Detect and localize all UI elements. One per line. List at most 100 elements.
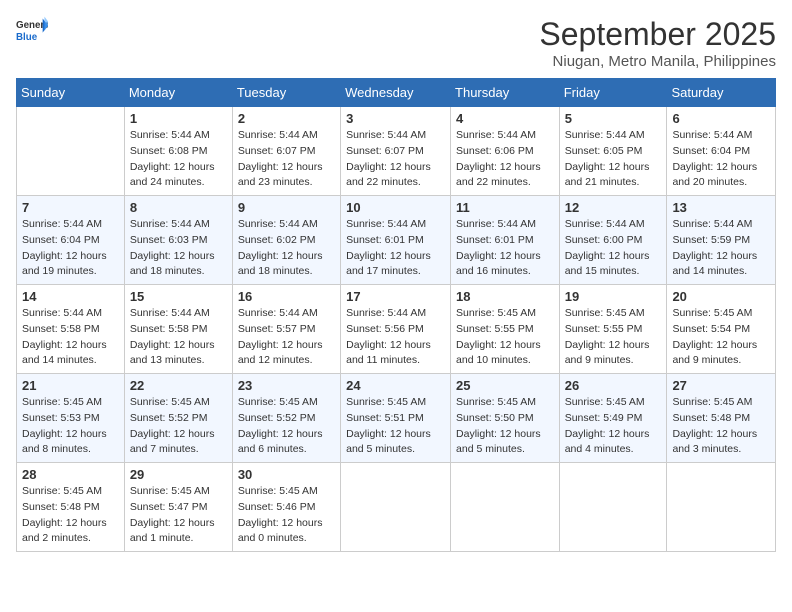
calendar-cell: 10 Sunrise: 5:44 AMSunset: 6:01 PMDayligh… — [341, 196, 451, 285]
day-number: 4 — [456, 111, 554, 126]
day-number: 3 — [346, 111, 445, 126]
cell-details: Sunrise: 5:44 AMSunset: 5:59 PMDaylight:… — [672, 217, 770, 280]
calendar-cell: 23 Sunrise: 5:45 AMSunset: 5:52 PMDayligh… — [232, 374, 340, 463]
cell-details: Sunrise: 5:44 AMSunset: 6:08 PMDaylight:… — [130, 128, 227, 191]
cell-details: Sunrise: 5:44 AMSunset: 6:01 PMDaylight:… — [346, 217, 445, 280]
calendar-cell: 24 Sunrise: 5:45 AMSunset: 5:51 PMDayligh… — [341, 374, 451, 463]
cell-details: Sunrise: 5:44 AMSunset: 6:01 PMDaylight:… — [456, 217, 554, 280]
day-number: 2 — [238, 111, 335, 126]
calendar-week-row: 28 Sunrise: 5:45 AMSunset: 5:48 PMDayligh… — [17, 463, 776, 552]
cell-details: Sunrise: 5:45 AMSunset: 5:51 PMDaylight:… — [346, 395, 445, 458]
calendar-cell: 1 Sunrise: 5:44 AMSunset: 6:08 PMDaylight… — [124, 107, 232, 196]
weekday-header-monday: Monday — [124, 79, 232, 107]
cell-details: Sunrise: 5:45 AMSunset: 5:52 PMDaylight:… — [238, 395, 335, 458]
day-number: 24 — [346, 378, 445, 393]
cell-details: Sunrise: 5:45 AMSunset: 5:48 PMDaylight:… — [22, 484, 119, 547]
calendar-cell: 19Sunrise: 5:45 AMSunset: 5:55 PMDayligh… — [559, 285, 667, 374]
weekday-header-sunday: Sunday — [17, 79, 125, 107]
calendar-cell: 7 Sunrise: 5:44 AMSunset: 6:04 PMDaylight… — [17, 196, 125, 285]
calendar-cell: 5 Sunrise: 5:44 AMSunset: 6:05 PMDaylight… — [559, 107, 667, 196]
cell-details: Sunrise: 5:44 AMSunset: 5:57 PMDaylight:… — [238, 306, 335, 369]
day-number: 16 — [238, 289, 335, 304]
day-number: 13 — [672, 200, 770, 215]
day-number: 17 — [346, 289, 445, 304]
cell-details: Sunrise: 5:44 AMSunset: 5:56 PMDaylight:… — [346, 306, 445, 369]
calendar-cell — [341, 463, 451, 552]
calendar-cell: 15 Sunrise: 5:44 AMSunset: 5:58 PMDayligh… — [124, 285, 232, 374]
calendar-cell: 9Sunrise: 5:44 AMSunset: 6:02 PMDaylight… — [232, 196, 340, 285]
weekday-header-friday: Friday — [559, 79, 667, 107]
day-number: 23 — [238, 378, 335, 393]
day-number: 25 — [456, 378, 554, 393]
calendar-cell: 6 Sunrise: 5:44 AMSunset: 6:04 PMDaylight… — [667, 107, 776, 196]
cell-details: Sunrise: 5:45 AMSunset: 5:48 PMDaylight:… — [672, 395, 770, 458]
day-number: 20 — [672, 289, 770, 304]
month-title: September 2025 — [539, 16, 776, 53]
calendar-cell: 11Sunrise: 5:44 AMSunset: 6:01 PMDayligh… — [451, 196, 560, 285]
day-number: 1 — [130, 111, 227, 126]
cell-details: Sunrise: 5:44 AMSunset: 6:04 PMDaylight:… — [672, 128, 770, 191]
calendar-cell — [559, 463, 667, 552]
cell-details: Sunrise: 5:44 AMSunset: 6:07 PMDaylight:… — [238, 128, 335, 191]
calendar-table: SundayMondayTuesdayWednesdayThursdayFrid… — [16, 78, 776, 552]
calendar-cell — [451, 463, 560, 552]
cell-details: Sunrise: 5:45 AMSunset: 5:54 PMDaylight:… — [672, 306, 770, 369]
calendar-cell — [667, 463, 776, 552]
day-number: 30 — [238, 467, 335, 482]
calendar-cell: 17 Sunrise: 5:44 AMSunset: 5:56 PMDayligh… — [341, 285, 451, 374]
cell-details: Sunrise: 5:44 AMSunset: 6:04 PMDaylight:… — [22, 217, 119, 280]
calendar-cell: 18Sunrise: 5:45 AMSunset: 5:55 PMDayligh… — [451, 285, 560, 374]
calendar-cell: 26 Sunrise: 5:45 AMSunset: 5:49 PMDayligh… — [559, 374, 667, 463]
cell-details: Sunrise: 5:45 AMSunset: 5:50 PMDaylight:… — [456, 395, 554, 458]
calendar-cell: 4 Sunrise: 5:44 AMSunset: 6:06 PMDaylight… — [451, 107, 560, 196]
location-title: Niugan, Metro Manila, Philippines — [539, 53, 776, 70]
day-number: 28 — [22, 467, 119, 482]
calendar-cell: 27 Sunrise: 5:45 AMSunset: 5:48 PMDayligh… — [667, 374, 776, 463]
calendar-cell: 13 Sunrise: 5:44 AMSunset: 5:59 PMDayligh… — [667, 196, 776, 285]
day-number: 15 — [130, 289, 227, 304]
weekday-header-saturday: Saturday — [667, 79, 776, 107]
logo: General Blue — [16, 16, 48, 44]
cell-details: Sunrise: 5:45 AMSunset: 5:49 PMDaylight:… — [565, 395, 662, 458]
day-number: 27 — [672, 378, 770, 393]
cell-details: Sunrise: 5:44 AMSunset: 6:02 PMDaylight:… — [238, 217, 335, 280]
calendar-week-row: 21Sunrise: 5:45 AMSunset: 5:53 PMDayligh… — [17, 374, 776, 463]
calendar-cell: 8Sunrise: 5:44 AMSunset: 6:03 PMDaylight… — [124, 196, 232, 285]
day-number: 18 — [456, 289, 554, 304]
cell-details: Sunrise: 5:45 AMSunset: 5:52 PMDaylight:… — [130, 395, 227, 458]
weekday-header-wednesday: Wednesday — [341, 79, 451, 107]
day-number: 21 — [22, 378, 119, 393]
calendar-week-row: 7 Sunrise: 5:44 AMSunset: 6:04 PMDaylight… — [17, 196, 776, 285]
cell-details: Sunrise: 5:44 AMSunset: 6:06 PMDaylight:… — [456, 128, 554, 191]
logo-icon: General Blue — [16, 16, 48, 44]
day-number: 10 — [346, 200, 445, 215]
cell-details: Sunrise: 5:44 AMSunset: 6:05 PMDaylight:… — [565, 128, 662, 191]
cell-details: Sunrise: 5:44 AMSunset: 5:58 PMDaylight:… — [22, 306, 119, 369]
cell-details: Sunrise: 5:44 AMSunset: 5:58 PMDaylight:… — [130, 306, 227, 369]
day-number: 8 — [130, 200, 227, 215]
calendar-cell: 12Sunrise: 5:44 AMSunset: 6:00 PMDayligh… — [559, 196, 667, 285]
calendar-cell: 16 Sunrise: 5:44 AMSunset: 5:57 PMDayligh… — [232, 285, 340, 374]
calendar-week-row: 14Sunrise: 5:44 AMSunset: 5:58 PMDayligh… — [17, 285, 776, 374]
calendar-cell: 28 Sunrise: 5:45 AMSunset: 5:48 PMDayligh… — [17, 463, 125, 552]
calendar-cell: 2 Sunrise: 5:44 AMSunset: 6:07 PMDaylight… — [232, 107, 340, 196]
cell-details: Sunrise: 5:45 AMSunset: 5:47 PMDaylight:… — [130, 484, 227, 547]
calendar-cell: 3 Sunrise: 5:44 AMSunset: 6:07 PMDaylight… — [341, 107, 451, 196]
calendar-cell: 25 Sunrise: 5:45 AMSunset: 5:50 PMDayligh… — [451, 374, 560, 463]
header: General Blue September 2025 Niugan, Metr… — [16, 16, 776, 70]
calendar-cell: 14Sunrise: 5:44 AMSunset: 5:58 PMDayligh… — [17, 285, 125, 374]
day-number: 22 — [130, 378, 227, 393]
cell-details: Sunrise: 5:45 AMSunset: 5:55 PMDaylight:… — [565, 306, 662, 369]
calendar-cell: 30Sunrise: 5:45 AMSunset: 5:46 PMDayligh… — [232, 463, 340, 552]
day-number: 6 — [672, 111, 770, 126]
day-number: 5 — [565, 111, 662, 126]
day-number: 26 — [565, 378, 662, 393]
day-number: 7 — [22, 200, 119, 215]
calendar-cell — [17, 107, 125, 196]
day-number: 12 — [565, 200, 662, 215]
calendar-cell: 29 Sunrise: 5:45 AMSunset: 5:47 PMDayligh… — [124, 463, 232, 552]
day-number: 29 — [130, 467, 227, 482]
cell-details: Sunrise: 5:44 AMSunset: 6:07 PMDaylight:… — [346, 128, 445, 191]
weekday-header-thursday: Thursday — [451, 79, 560, 107]
title-area: September 2025 Niugan, Metro Manila, Phi… — [539, 16, 776, 70]
